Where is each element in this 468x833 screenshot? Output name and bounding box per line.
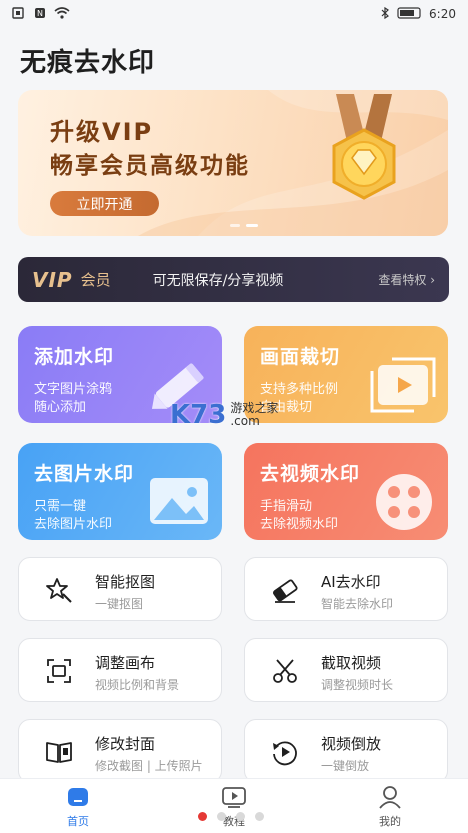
card-subtitle: 去除视频水印 xyxy=(260,517,339,532)
card-title: 画面裁切 xyxy=(260,346,341,368)
book-icon xyxy=(46,742,72,763)
card-title: 添加水印 xyxy=(34,346,115,368)
status-time: 6:20 xyxy=(429,7,456,21)
banner-subheadline: 畅享会员高级功能 xyxy=(50,153,250,179)
vip-description: 可无限保存/分享视频 xyxy=(152,272,284,289)
tab-mine[interactable]: 我的 xyxy=(350,785,430,829)
tab-tutorial[interactable]: 教程 xyxy=(194,785,274,829)
tool-title: 视频倒放 xyxy=(321,735,382,753)
nfc-icon: N xyxy=(34,7,46,21)
tool-subtitle: 修改截图 | 上传照片 xyxy=(95,759,203,773)
add-watermark-card[interactable]: 添加水印 文字图片涂鸦 随心添加 xyxy=(18,326,222,423)
crop-frame-card[interactable]: 画面裁切 支持多种比例 自由裁切 xyxy=(244,326,448,423)
card-subtitle: 随心添加 xyxy=(34,400,87,415)
tool-title: 修改封面 xyxy=(95,735,156,753)
tab-home-label: 首页 xyxy=(67,815,89,828)
card-title: 去视频水印 xyxy=(260,463,361,485)
page-indicator-dot xyxy=(217,812,226,821)
page-indicator-dot-active xyxy=(198,812,207,821)
vip-promo-banner[interactable]: 升级VIP 畅享会员高级功能 立即开通 xyxy=(18,90,448,236)
svg-text:N: N xyxy=(37,9,43,18)
tab-home[interactable]: 首页 xyxy=(38,785,118,829)
scissors-icon xyxy=(273,659,297,683)
remove-video-watermark-card[interactable]: 去视频水印 手指滑动 去除视频水印 xyxy=(244,443,448,540)
tool-subtitle: 调整视频时长 xyxy=(321,678,394,692)
tool-subtitle: 一键抠图 xyxy=(95,597,144,611)
banner-dot xyxy=(230,224,240,227)
tool-title: 截取视频 xyxy=(321,654,382,672)
eraser-icon xyxy=(273,579,298,603)
canvas-frame-icon xyxy=(47,659,71,683)
bluetooth-icon xyxy=(381,6,389,21)
status-bar: N 6:20 xyxy=(0,0,468,28)
vip-member-label: 会员 xyxy=(80,271,111,289)
tool-subtitle: 智能去除水印 xyxy=(321,597,394,611)
banner-pagination xyxy=(230,224,258,227)
card-subtitle: 支持多种比例 xyxy=(260,382,339,397)
profile-icon xyxy=(379,786,401,809)
ai-remove-watermark-tool[interactable]: AI去水印 智能去除水印 xyxy=(244,557,448,621)
video-tutorial-icon xyxy=(222,787,246,808)
tool-title: 智能抠图 xyxy=(95,573,156,591)
activate-now-button[interactable]: 立即开通 xyxy=(50,191,159,216)
banner-headline: 升级VIP xyxy=(50,118,154,146)
image-icon xyxy=(150,478,208,524)
card-title: 去图片水印 xyxy=(34,463,135,485)
adjust-canvas-tool[interactable]: 调整画布 视频比例和背景 xyxy=(18,638,222,702)
home-icon xyxy=(68,788,88,806)
tab-mine-label: 我的 xyxy=(379,815,401,828)
pencil-icon xyxy=(151,363,204,409)
card-subtitle: 手指滑动 xyxy=(260,499,313,514)
remove-image-watermark-card[interactable]: 去图片水印 只需一键 去除图片水印 xyxy=(18,443,222,540)
card-subtitle: 去除图片水印 xyxy=(34,517,113,532)
diamond-medal-icon xyxy=(332,94,396,200)
wifi-icon xyxy=(54,7,70,21)
bottom-tab-bar: 首页 教程 我的 xyxy=(0,778,468,833)
crop-play-icon xyxy=(370,357,436,413)
tool-subtitle: 视频比例和背景 xyxy=(95,678,180,692)
vip-logo: VIP xyxy=(32,267,73,292)
tool-title: 调整画布 xyxy=(95,654,156,672)
page-indicator-dots xyxy=(198,812,264,821)
tool-title: AI去水印 xyxy=(321,573,381,591)
reverse-video-tool[interactable]: 视频倒放 一键倒放 xyxy=(244,719,448,783)
vip-member-bar[interactable]: VIP 会员 可无限保存/分享视频 查看特权 › xyxy=(18,257,449,302)
magic-star-icon xyxy=(46,578,72,603)
trim-video-tool[interactable]: 截取视频 调整视频时长 xyxy=(244,638,448,702)
edit-cover-tool[interactable]: 修改封面 修改截图 | 上传照片 xyxy=(18,719,222,783)
view-privileges-link[interactable]: 查看特权 › xyxy=(378,271,435,288)
smart-cutout-tool[interactable]: 智能抠图 一键抠图 xyxy=(18,557,222,621)
page-indicator-dot xyxy=(236,812,245,821)
page-title: 无痕去水印 xyxy=(20,48,156,78)
card-subtitle: 文字图片涂鸦 xyxy=(34,382,113,397)
card-subtitle: 自由裁切 xyxy=(260,400,313,415)
film-reel-icon xyxy=(376,474,432,530)
signal-icon xyxy=(397,7,421,21)
tool-subtitle: 一键倒放 xyxy=(321,759,370,773)
sim-icon xyxy=(12,7,26,21)
page-indicator-dot xyxy=(255,812,264,821)
banner-dot-active xyxy=(246,224,258,227)
reverse-play-icon xyxy=(273,741,297,766)
card-subtitle: 只需一键 xyxy=(34,499,87,514)
